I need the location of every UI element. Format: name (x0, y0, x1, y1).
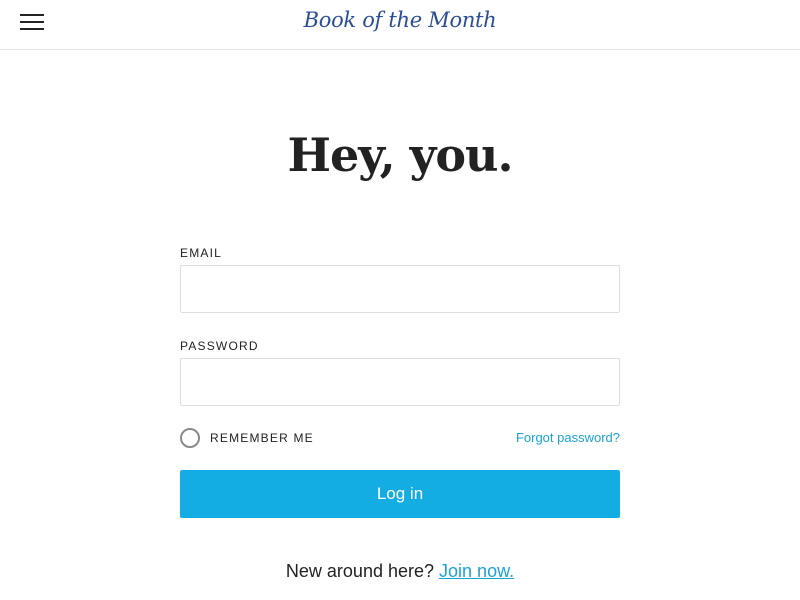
page-title: Hey, you. (287, 128, 514, 182)
email-field[interactable] (180, 265, 620, 313)
top-header: Book of the Month (0, 0, 800, 50)
join-now-link[interactable]: Join now. (439, 561, 514, 581)
password-label: PASSWORD (180, 339, 259, 353)
remember-me-radio[interactable] (180, 428, 200, 448)
remember-me-toggle[interactable]: REMEMBER ME (180, 428, 314, 448)
password-field[interactable] (180, 358, 620, 406)
forgot-password-link[interactable]: Forgot password? (516, 430, 620, 445)
signup-prompt: New around here? Join now. (0, 561, 800, 582)
login-button[interactable]: Log in (180, 470, 620, 518)
remember-me-label: REMEMBER ME (210, 431, 314, 445)
email-label: EMAIL (180, 246, 223, 260)
signup-prompt-text: New around here? (285, 561, 435, 581)
brand-logo[interactable]: Book of the Month (0, 8, 800, 32)
